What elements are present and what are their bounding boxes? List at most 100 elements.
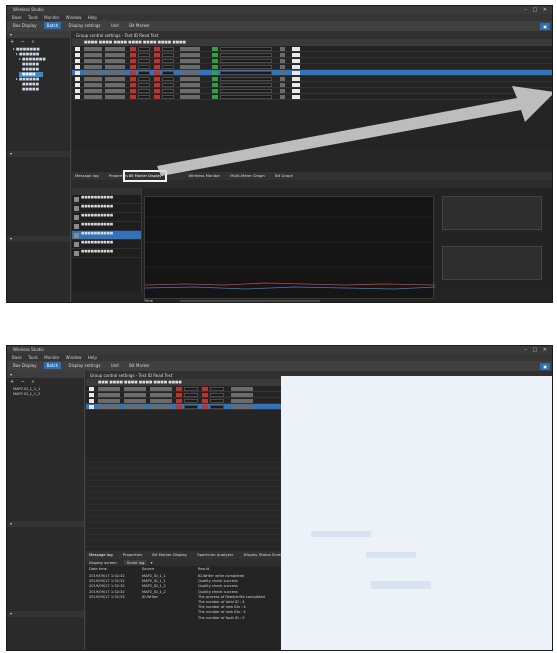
table-cell (292, 53, 300, 57)
delete-icon[interactable]: − (21, 39, 25, 45)
add-icon[interactable]: + (10, 379, 14, 385)
window-controls-icon[interactable]: – □ ✕ (524, 347, 549, 353)
log-header-source: Source (142, 567, 155, 571)
table-cell (105, 47, 125, 51)
table-cell (220, 71, 272, 75)
table-cell (292, 59, 300, 63)
menu-monitor[interactable]: Monitor (44, 355, 59, 360)
log-list: 2019/09/17 1:32:32 MAP2_ID_1_1 ID-Writer w… (86, 574, 281, 621)
tab-bit-marker-display[interactable]: Bit Marker Display (152, 552, 187, 557)
log-result: The number of fault ID : 0 (198, 615, 245, 620)
tab-bit-marker[interactable]: Bit Marker (126, 22, 153, 29)
overlay-block (366, 552, 416, 558)
table-cell (89, 405, 94, 409)
table-cell (138, 77, 150, 81)
tab-bit-marker[interactable]: Bit Marker (126, 362, 153, 369)
chart-scrollbar[interactable] (180, 300, 320, 302)
table-cell (98, 399, 120, 403)
tab-display-settings[interactable]: Display settings (66, 22, 104, 29)
tab-message-log[interactable]: Message log (89, 552, 113, 557)
display-screen-select[interactable]: Scroll log (124, 560, 148, 565)
toolbar-right-button[interactable]: ▣ (540, 363, 550, 370)
menu-base[interactable]: Base (12, 15, 22, 20)
table-cell (280, 65, 285, 69)
table-cell (84, 77, 102, 81)
table-cell (138, 65, 150, 69)
table-cell (89, 393, 94, 397)
table-cell (212, 71, 218, 75)
sidebar-section: ▾ (7, 236, 70, 242)
list-item-selected[interactable]: ■■■■■■■■■■ (72, 231, 141, 240)
tab-box-display[interactable]: Box Display (10, 22, 39, 29)
menu-tools[interactable]: Tools (28, 355, 38, 360)
table-cell (124, 393, 146, 397)
tab-message-log[interactable]: Message log (75, 173, 99, 178)
table-cell (130, 53, 136, 57)
menu-bar: Base Tools Monitor Window Help (7, 14, 552, 21)
table-cell (150, 387, 172, 391)
table-cell (138, 59, 150, 63)
search-icon[interactable]: ⌕ (32, 379, 35, 385)
toolbar-right-button[interactable]: ▣ (540, 23, 550, 30)
tab-display-settings[interactable]: Display settings (66, 362, 104, 369)
tree-item[interactable]: ■■■■■ (7, 87, 70, 92)
menu-help[interactable]: Help (88, 15, 97, 20)
table-cell (84, 95, 102, 99)
tab-properties[interactable]: Properties (123, 552, 142, 557)
list-item[interactable]: ■■■■■■■■■■ (72, 195, 141, 204)
table-cell (180, 53, 200, 57)
list-item[interactable]: ■■■■■■■■■■ (72, 204, 141, 213)
sidebar-header: ▾ (7, 31, 70, 38)
table-cell (212, 53, 218, 57)
table-cell (212, 47, 218, 51)
tab-batch[interactable]: Batch (43, 362, 62, 369)
window-controls-icon[interactable]: – □ ✕ (524, 7, 549, 13)
table-cell (280, 71, 285, 75)
tab-display-status[interactable]: Display Status Screen (244, 552, 286, 557)
tab-batch[interactable]: Batch (43, 22, 62, 29)
tree-item[interactable]: MAP2 ID_1_1_2 (7, 392, 84, 397)
table-cell (231, 393, 253, 397)
table-row-selected[interactable] (86, 404, 281, 410)
table-cell (180, 65, 200, 69)
menu-base[interactable]: Base (12, 355, 22, 360)
search-icon[interactable]: ⌕ (32, 39, 35, 45)
list-item[interactable]: ■■■■■■■■■■ (72, 213, 141, 222)
window-title: Wireless Studio (13, 347, 44, 352)
menu-window[interactable]: Window (66, 355, 82, 360)
list-item[interactable]: ■■■■■■■■■■ (72, 222, 141, 231)
sidebar-header: ▾ (7, 371, 84, 378)
menu-monitor[interactable]: Monitor (44, 15, 59, 20)
right-panel (436, 188, 552, 292)
tab-unit[interactable]: Unit (108, 22, 122, 29)
table-cell (162, 65, 174, 69)
list-item[interactable]: ■■■■■■■■■■ (72, 240, 141, 249)
sidebar-section: ▾ (7, 151, 70, 157)
tab-box-display[interactable]: Box Display (10, 362, 39, 369)
table-cell (130, 89, 136, 93)
menu-help[interactable]: Help (88, 355, 97, 360)
tree-item[interactable]: ■■■■■ (7, 67, 70, 72)
list-item[interactable]: ■■■■■■■■■■ (72, 249, 141, 258)
table-cell (202, 405, 208, 409)
table-cell (98, 387, 120, 391)
table-cell (138, 53, 150, 57)
table-cell (75, 89, 80, 93)
log-row[interactable]: The number of fault ID : 0 (86, 616, 281, 621)
chevron-down-icon[interactable]: ▾ (151, 560, 153, 565)
add-icon[interactable]: + (10, 39, 14, 45)
table-cell (202, 399, 208, 403)
tab-unit[interactable]: Unit (108, 362, 122, 369)
delete-icon[interactable]: − (21, 379, 25, 385)
table-cell (84, 89, 102, 93)
signal-chart-svg (144, 216, 436, 290)
table-cell (231, 399, 253, 403)
menu-window[interactable]: Window (66, 15, 82, 20)
table-cell (154, 59, 160, 63)
tab-spectrum-analyzer[interactable]: Spectrum Analyzer (197, 552, 233, 557)
table-cell (84, 65, 102, 69)
log-header-row: Date time Source Result (86, 567, 281, 573)
table-cell (280, 59, 285, 63)
table-cell (162, 59, 174, 63)
menu-tools[interactable]: Tools (28, 15, 38, 20)
